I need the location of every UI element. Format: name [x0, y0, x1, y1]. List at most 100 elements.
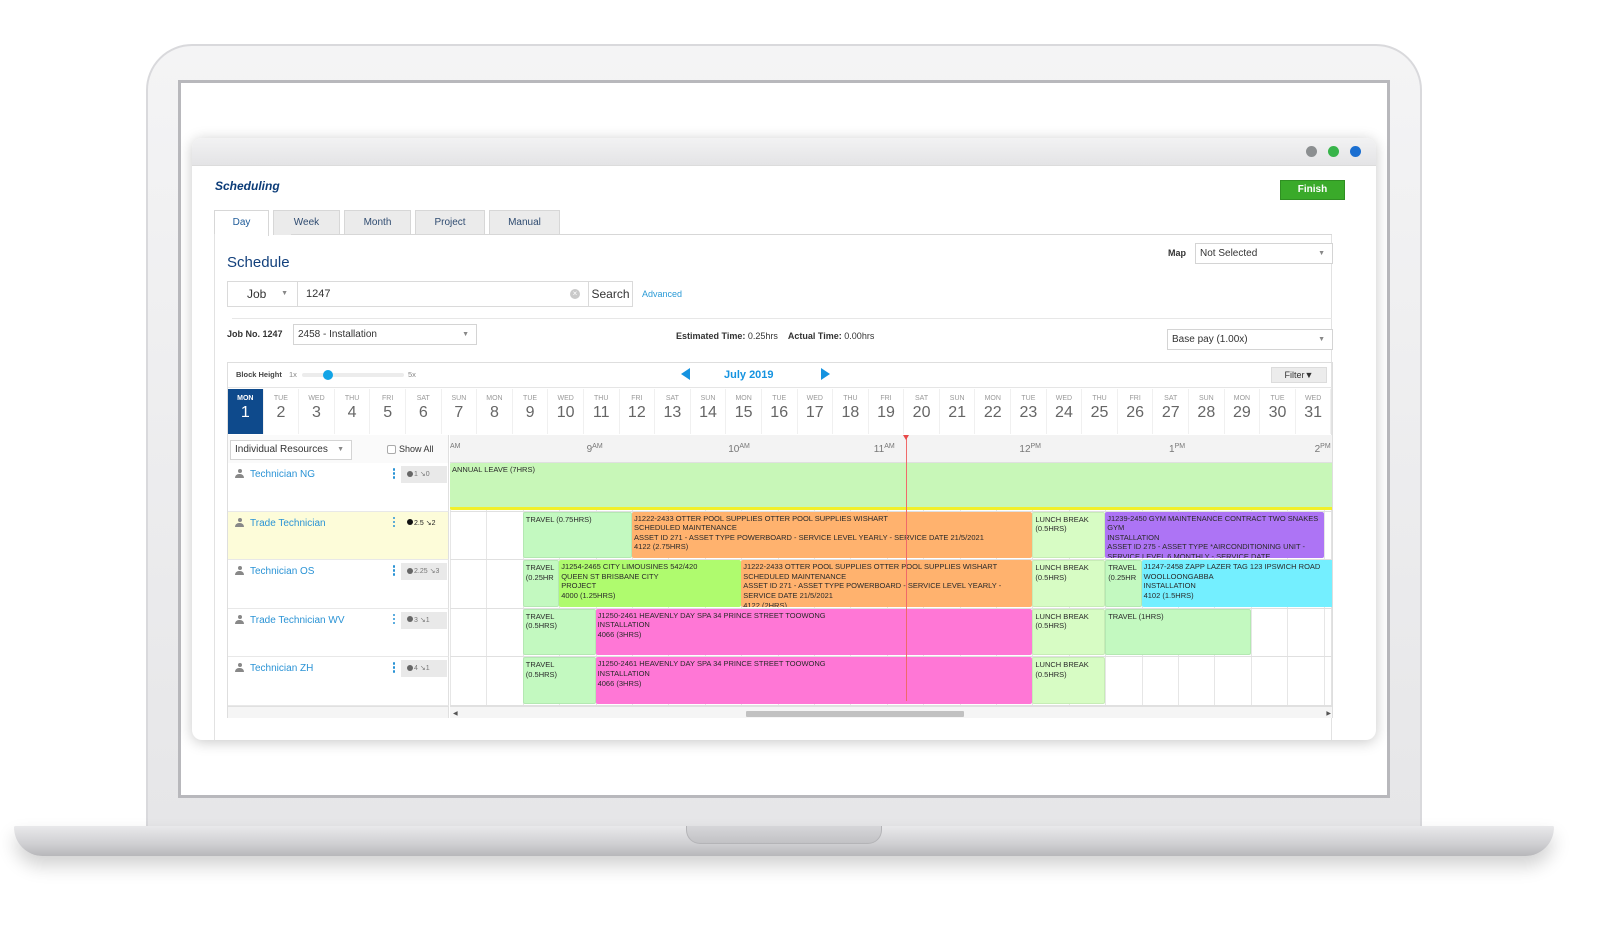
resource-name[interactable]: Technician ZH	[250, 663, 313, 674]
schedule-block-orange[interactable]: J1222-2433 OTTER POOL SUPPLIES OTTER POO…	[632, 511, 1033, 559]
day-cell[interactable]: THU 25	[1082, 389, 1118, 434]
scrollbar-thumb[interactable]	[746, 711, 964, 717]
day-of-week: THU	[594, 395, 609, 402]
day-cell[interactable]: WED 3	[299, 389, 335, 434]
day-cell[interactable]: TUE 30	[1260, 389, 1296, 434]
schedule-block-cyan[interactable]: J1247-2458 ZAPP LAZER TAG 123 IPSWICH RO…	[1141, 560, 1332, 607]
day-cell[interactable]: TUE 16	[762, 389, 798, 434]
month-label[interactable]: July 2019	[724, 369, 774, 381]
schedule-block-travel[interactable]: TRAVEL (0.25HR	[522, 560, 560, 607]
day-cell[interactable]: SAT 13	[655, 389, 691, 434]
day-cell[interactable]: WED 10	[548, 389, 584, 434]
search-button[interactable]: Search	[588, 282, 632, 306]
previous-month-icon[interactable]	[681, 368, 690, 380]
window-close-dot[interactable]	[1350, 146, 1361, 157]
day-of-week: TUE	[273, 395, 288, 402]
tab-day[interactable]: Day	[214, 210, 269, 236]
scroll-right-icon[interactable]: ▶	[1326, 710, 1331, 717]
tab-project[interactable]: Project	[415, 210, 485, 235]
schedule-block-pink[interactable]: J1250-2461 HEAVENLY DAY SPA 34 PRINCE ST…	[595, 657, 1033, 704]
resource-name[interactable]: Trade Technician	[250, 518, 326, 529]
day-cell[interactable]: THU 18	[833, 389, 869, 434]
block-height-slider[interactable]	[302, 373, 404, 377]
day-cell[interactable]: WED 24	[1047, 389, 1083, 434]
more-options-icon[interactable]	[391, 565, 397, 578]
day-cell[interactable]: FRI 12	[620, 389, 656, 434]
day-cell[interactable]: SAT 20	[904, 389, 940, 434]
time-summary: Estimated Time: 0.25hrs Actual Time: 0.0…	[676, 331, 874, 341]
day-cell[interactable]: SUN 7	[442, 389, 478, 434]
day-number: 27	[1161, 404, 1180, 421]
jobs-count: 1	[425, 665, 430, 673]
day-cell[interactable]: SUN 28	[1189, 389, 1225, 434]
day-cell[interactable]: MON 22	[975, 389, 1012, 434]
clear-icon[interactable]: ×	[570, 289, 580, 299]
schedule-block-travel[interactable]: TRAVEL (0.5HRS)	[522, 657, 596, 704]
day-cell[interactable]: SAT 6	[406, 389, 442, 434]
more-options-icon[interactable]	[391, 468, 397, 481]
block-height-slider-thumb[interactable]	[323, 370, 333, 380]
resource-stats: 2.25 ↘3	[401, 563, 447, 581]
advanced-search-link[interactable]: Advanced	[642, 289, 682, 299]
schedule-block-travel[interactable]: TRAVEL (0.5HRS)	[522, 608, 596, 656]
day-cell[interactable]: FRI 5	[370, 389, 406, 434]
search-input[interactable]	[298, 282, 570, 306]
pay-rate-select[interactable]: Base pay (1.00x) ▼	[1167, 329, 1333, 350]
day-cell[interactable]: THU 11	[584, 389, 620, 434]
more-options-icon[interactable]	[391, 613, 397, 627]
schedule-block-travel[interactable]: TRAVEL (0.25HR	[1105, 560, 1142, 607]
more-options-icon[interactable]	[391, 662, 397, 675]
day-cell[interactable]: TUE 2	[264, 389, 300, 434]
schedule-block-pink[interactable]: J1250-2461 HEAVENLY DAY SPA 34 PRINCE ST…	[595, 608, 1033, 656]
day-cell[interactable]: MON 15	[726, 389, 762, 434]
tab-manual[interactable]: Manual	[489, 210, 560, 235]
day-cell[interactable]: MON 29	[1225, 389, 1261, 434]
window-titlebar	[192, 138, 1376, 166]
resource-mode-select[interactable]: Individual Resources ▼	[230, 440, 352, 460]
day-of-week: WED	[557, 395, 574, 402]
show-all-checkbox[interactable]: Show All	[387, 444, 434, 454]
day-cell[interactable]: FRI 19	[869, 389, 905, 434]
schedule-block-lunch[interactable]: LUNCH BREAK (0.5HRS)	[1032, 608, 1106, 656]
window-maximize-dot[interactable]	[1328, 146, 1339, 157]
next-month-icon[interactable]	[821, 368, 830, 380]
schedule-block-lunch[interactable]: LUNCH BREAK (0.5HRS)	[1032, 657, 1106, 704]
schedule-block-travel[interactable]: TRAVEL (0.75HRS)	[522, 511, 632, 559]
day-cell[interactable]: THU 4	[335, 389, 371, 434]
schedule-block-lime[interactable]: J1254-2465 CITY LIMOUSINES 542/420 QUEEN…	[559, 560, 742, 607]
search-type-select[interactable]: Job ▼	[228, 282, 298, 306]
schedule-block-orange[interactable]: J1222-2433 OTTER POOL SUPPLIES OTTER POO…	[741, 560, 1033, 607]
resource-name[interactable]: Technician OS	[250, 566, 314, 577]
schedule-block-purple[interactable]: J1239-2450 GYM MAINTENANCE CONTRACT TWO …	[1105, 511, 1324, 559]
day-cell[interactable]: MON 8	[477, 389, 513, 434]
finish-button[interactable]: Finish	[1280, 180, 1345, 200]
checkbox-icon[interactable]	[387, 444, 396, 454]
day-cell[interactable]: WED 17	[798, 389, 834, 434]
schedule-block-lunch[interactable]: LUNCH BREAK (0.5HRS)	[1032, 511, 1106, 559]
job-task-select[interactable]: 2458 - Installation ▼	[293, 324, 477, 345]
map-select[interactable]: Not Selected ▼	[1195, 243, 1333, 264]
day-cell[interactable]: WED 31	[1296, 389, 1332, 434]
day-of-week: MON	[486, 395, 503, 402]
schedule-block-lunch[interactable]: LUNCH BREAK (0.5HRS)	[1032, 560, 1106, 607]
day-cell[interactable]: SAT 27	[1153, 389, 1190, 434]
day-cell[interactable]: FRI 26	[1118, 389, 1154, 434]
filter-button[interactable]: Filter▼	[1271, 367, 1327, 383]
resource-name[interactable]: Technician NG	[250, 469, 315, 480]
day-cell[interactable]: SUN 21	[940, 389, 976, 434]
schedule-block-travel[interactable]: TRAVEL (1HRS)	[1105, 608, 1251, 656]
horizontal-scrollbar[interactable]: ◀ ▶	[450, 706, 1332, 718]
tab-week[interactable]: Week	[273, 210, 340, 235]
schedule-block-leave[interactable]: ANNUAL LEAVE (7HRS)	[450, 463, 1332, 510]
resource-name[interactable]: Trade Technician WV	[250, 615, 345, 626]
day-cell[interactable]: TUE 9	[513, 389, 549, 434]
day-number: 10	[556, 404, 575, 421]
resource-row: Trade Technician WV 3 ↘1	[228, 608, 449, 658]
window-minimize-dot[interactable]	[1306, 146, 1317, 157]
scroll-left-icon[interactable]: ◀	[453, 710, 458, 717]
tab-month[interactable]: Month	[344, 210, 411, 235]
day-cell[interactable]: TUE 23	[1011, 389, 1047, 434]
more-options-icon[interactable]	[391, 516, 397, 530]
day-cell[interactable]: SUN 14	[691, 389, 727, 434]
day-cell[interactable]: MON 1	[228, 389, 264, 434]
